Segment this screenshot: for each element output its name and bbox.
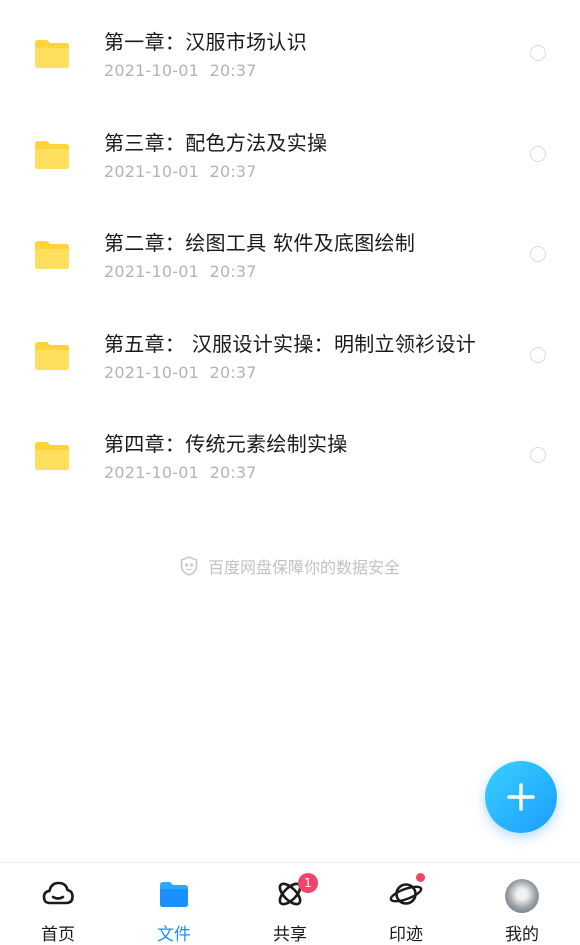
- select-radio[interactable]: [530, 45, 546, 61]
- file-row[interactable]: 第三章：配色方法及实操 2021-10-01 20:37: [0, 101, 580, 201]
- tab-me[interactable]: 我的: [464, 863, 580, 945]
- folder-icon: [160, 882, 188, 907]
- tab-label: 首页: [41, 925, 75, 945]
- folder-icon: [35, 40, 69, 68]
- tab-files[interactable]: 文件: [116, 863, 232, 945]
- file-name: 第一章：汉服市场认识: [104, 30, 307, 54]
- folder-icon: [35, 342, 69, 370]
- file-name: 第五章： 汉服设计实操：明制立领衫设计: [104, 332, 477, 356]
- add-button[interactable]: [485, 761, 557, 833]
- folder-icon: [35, 241, 69, 269]
- file-row[interactable]: 第五章： 汉服设计实操：明制立领衫设计 2021-10-01 20:37: [0, 302, 580, 402]
- tab-share[interactable]: 1 共享: [232, 863, 348, 945]
- avatar: [505, 879, 539, 913]
- plus-icon: [507, 783, 535, 811]
- file-row[interactable]: 第四章：传统元素绘制实操 2021-10-01 20:37: [0, 402, 580, 502]
- tab-traces[interactable]: 印迹: [348, 863, 464, 945]
- tab-home[interactable]: 首页: [0, 863, 116, 945]
- file-timestamp: 2021-10-01 20:37: [104, 61, 257, 80]
- file-name: 第二章：绘图工具 软件及底图绘制: [104, 231, 416, 255]
- notification-dot: [416, 873, 425, 882]
- security-note: 百度网盘保障你的数据安全: [0, 555, 580, 577]
- file-row[interactable]: 第二章：绘图工具 软件及底图绘制 2021-10-01 20:37: [0, 201, 580, 301]
- bottom-tab-bar: 首页 文件 1 共享 印迹 我的: [0, 862, 580, 945]
- tab-label: 文件: [157, 925, 191, 945]
- select-radio[interactable]: [530, 447, 546, 463]
- file-timestamp: 2021-10-01 20:37: [104, 262, 257, 281]
- folder-icon: [35, 442, 69, 470]
- file-name: 第三章：配色方法及实操: [104, 131, 328, 155]
- security-note-text: 百度网盘保障你的数据安全: [207, 558, 400, 577]
- planet-icon: [389, 883, 423, 905]
- shield-panda-icon: [180, 556, 198, 576]
- notification-badge: 1: [298, 873, 318, 893]
- file-name: 第四章：传统元素绘制实操: [104, 432, 348, 456]
- tab-label: 我的: [505, 925, 539, 945]
- file-timestamp: 2021-10-01 20:37: [104, 162, 257, 181]
- tab-label: 共享: [273, 925, 307, 945]
- select-radio[interactable]: [530, 146, 546, 162]
- select-radio[interactable]: [530, 246, 546, 262]
- tab-label: 印迹: [389, 925, 423, 945]
- select-radio[interactable]: [530, 347, 546, 363]
- file-row[interactable]: 第一章：汉服市场认识 2021-10-01 20:37: [0, 0, 580, 100]
- cloud-icon: [42, 881, 74, 905]
- file-timestamp: 2021-10-01 20:37: [104, 363, 257, 382]
- folder-icon: [35, 141, 69, 169]
- file-timestamp: 2021-10-01 20:37: [104, 463, 257, 482]
